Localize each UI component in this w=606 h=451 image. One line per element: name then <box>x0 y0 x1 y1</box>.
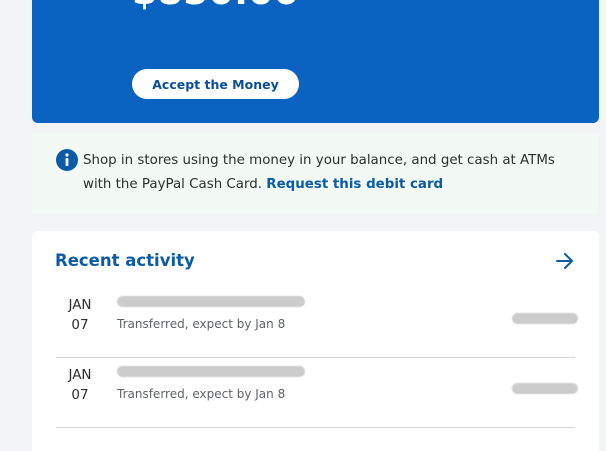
activity-row[interactable]: JAN 07 Transferred, expect by Jan 8 <box>56 357 578 428</box>
activity-day: 07 <box>71 317 89 333</box>
accept-money-button[interactable]: Accept the Money <box>132 69 299 99</box>
activity-date: JAN 07 <box>67 365 93 405</box>
balance-card: $850.00 Accept the Money <box>32 0 599 123</box>
info-text: Shop in stores using the money in your b… <box>83 149 573 197</box>
activity-status: Transferred, expect by Jan 8 <box>117 317 286 331</box>
activity-row[interactable]: JAN 07 Transferred, expect by Jan 8 <box>56 287 578 358</box>
activity-day: 07 <box>71 387 89 403</box>
redacted-amount <box>512 383 578 394</box>
redacted-name <box>117 366 305 377</box>
redacted-name <box>117 296 305 307</box>
activity-status: Transferred, expect by Jan 8 <box>117 387 286 401</box>
info-icon <box>56 149 78 171</box>
recent-activity-card: Recent activity JAN 07 Transferred, expe… <box>32 231 599 451</box>
arrow-right-icon[interactable] <box>552 248 578 274</box>
activity-month: JAN <box>68 297 92 313</box>
activity-date: JAN 07 <box>67 295 93 335</box>
request-debit-card-link[interactable]: Request this debit card <box>266 177 443 192</box>
redacted-amount <box>512 313 578 324</box>
balance-amount: $850.00 <box>132 0 299 13</box>
info-banner: Shop in stores using the money in your b… <box>32 133 599 213</box>
activity-month: JAN <box>68 367 92 383</box>
recent-activity-title: Recent activity <box>55 251 195 270</box>
